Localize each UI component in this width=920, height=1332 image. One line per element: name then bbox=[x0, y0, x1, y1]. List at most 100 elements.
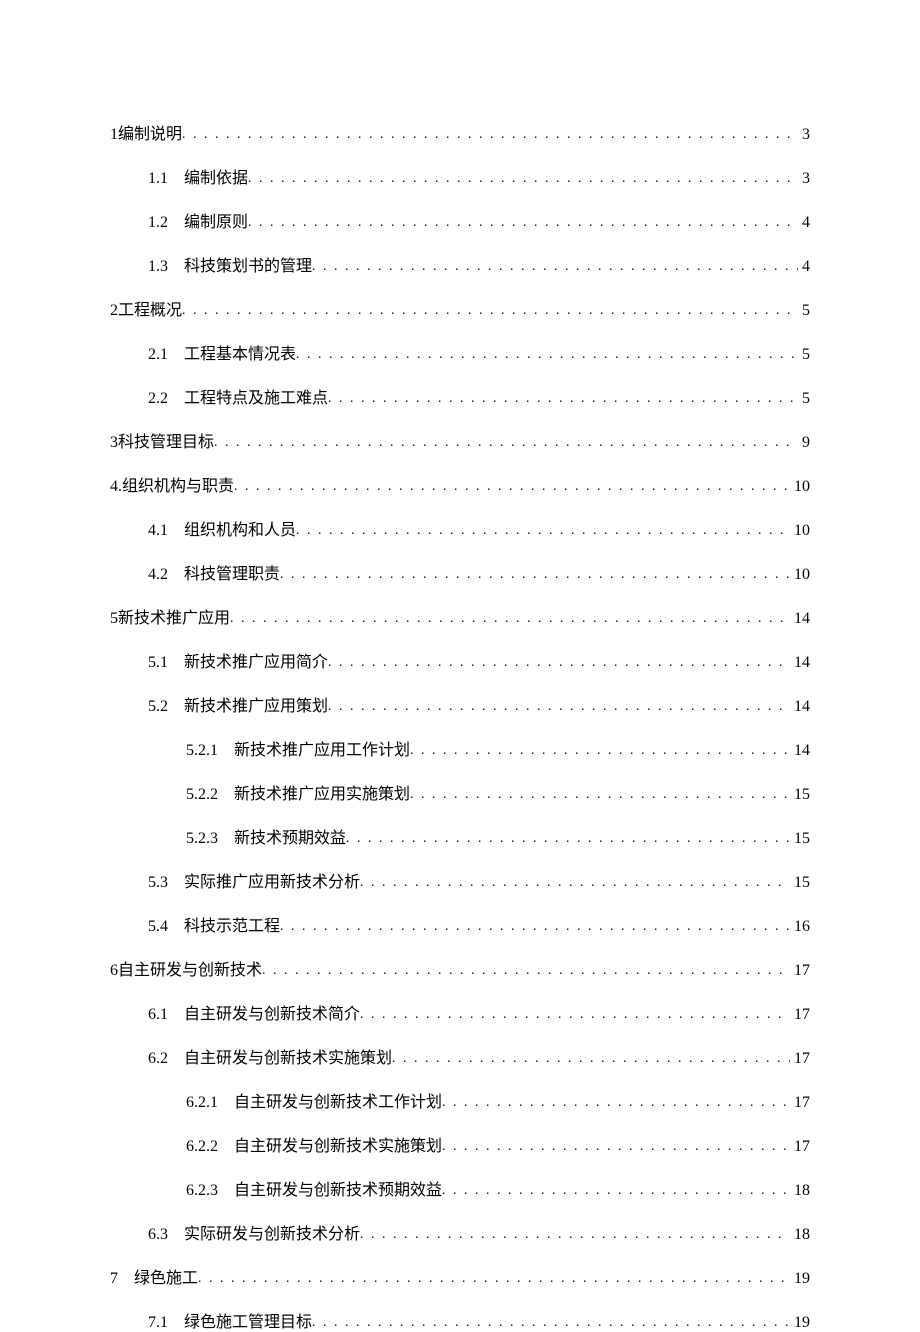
toc-entry-gap bbox=[218, 824, 234, 848]
toc-entry-title: 新技术推广应用实施策划 bbox=[234, 780, 410, 804]
toc-entry-number: 1.1 bbox=[148, 170, 168, 188]
toc-entry: 5.2.1 新技术推广应用工作计划 14 bbox=[110, 736, 810, 760]
toc-entry-number: 7.1 bbox=[148, 1314, 168, 1332]
toc-entry-title: 自主研发与创新技术简介 bbox=[184, 1000, 360, 1024]
toc-leader-dots bbox=[360, 875, 790, 891]
toc-entry: 1.1 编制依据3 bbox=[110, 164, 810, 188]
toc-entry-page: 18 bbox=[790, 1182, 810, 1200]
toc-entry-page: 17 bbox=[790, 1094, 810, 1112]
toc-entry-gap bbox=[168, 252, 184, 276]
toc-entry-page: 3 bbox=[798, 126, 810, 144]
toc-entry-page: 4 bbox=[798, 214, 810, 232]
toc-entry-number: 4. bbox=[110, 478, 122, 496]
toc-leader-dots bbox=[410, 743, 790, 759]
toc-entry-title: 科技示范工程 bbox=[184, 912, 280, 936]
toc-entry-gap bbox=[168, 912, 184, 936]
toc-entry: 4.2 科技管理职责10 bbox=[110, 560, 810, 584]
toc-entry: 6.3 实际研发与创新技术分析18 bbox=[110, 1220, 810, 1244]
toc-entry-gap bbox=[168, 1308, 184, 1332]
toc-entry-gap bbox=[168, 208, 184, 232]
toc-entry: 5.4 科技示范工程16 bbox=[110, 912, 810, 936]
toc-entry: 1 编制说明3 bbox=[110, 120, 810, 144]
toc-entry-title: 新技术推广应用 bbox=[118, 604, 230, 628]
toc-entry-page: 10 bbox=[790, 522, 810, 540]
toc-entry-page: 14 bbox=[790, 610, 810, 628]
toc-entry-page: 14 bbox=[790, 742, 810, 760]
toc-leader-dots bbox=[328, 391, 798, 407]
toc-leader-dots bbox=[410, 787, 790, 803]
toc-entry: 6.2.2 自主研发与创新技术实施策划17 bbox=[110, 1132, 810, 1156]
toc-entry-title: 绿色施工 bbox=[134, 1264, 198, 1288]
toc-entry-number: 6.2.2 bbox=[186, 1138, 218, 1156]
toc-leader-dots bbox=[234, 479, 790, 495]
toc-entry-page: 4 bbox=[798, 258, 810, 276]
toc-leader-dots bbox=[198, 1271, 790, 1287]
toc-entry-number: 1.3 bbox=[148, 258, 168, 276]
toc-entry: 6.2.1 自主研发与创新技术工作计划 17 bbox=[110, 1088, 810, 1112]
toc-entry-number: 5.1 bbox=[148, 654, 168, 672]
toc-entry-title: 新技术预期效益 bbox=[234, 824, 346, 848]
toc-entry-page: 19 bbox=[790, 1314, 810, 1332]
toc-entry-title: 新技术推广应用策划 bbox=[184, 692, 328, 716]
toc-entry-gap bbox=[168, 164, 184, 188]
toc-entry-page: 3 bbox=[798, 170, 810, 188]
toc-entry-gap bbox=[168, 560, 184, 584]
toc-entry-number: 3 bbox=[110, 434, 118, 452]
toc-entry-title: 工程基本情况表 bbox=[184, 340, 296, 364]
toc-entry-gap bbox=[218, 1176, 234, 1200]
toc-entry-number: 5.2.1 bbox=[186, 742, 218, 760]
toc-entry: 6.2 自主研发与创新技术实施策划17 bbox=[110, 1044, 810, 1068]
toc-leader-dots bbox=[248, 215, 798, 231]
toc-entry-title: 工程概况 bbox=[118, 296, 182, 320]
toc-entry-number: 6.1 bbox=[148, 1006, 168, 1024]
toc-entry-title: 科技管理目标 bbox=[118, 428, 214, 452]
toc-entry-number: 4.2 bbox=[148, 566, 168, 584]
toc-leader-dots bbox=[360, 1007, 790, 1023]
toc-entry: 2.1 工程基本情况表5 bbox=[110, 340, 810, 364]
toc-entry-gap bbox=[168, 1044, 184, 1068]
toc-leader-dots bbox=[312, 259, 798, 275]
toc-entry-number: 1.2 bbox=[148, 214, 168, 232]
toc-entry-number: 5.2 bbox=[148, 698, 168, 716]
toc-entry-page: 15 bbox=[790, 874, 810, 892]
toc-leader-dots bbox=[392, 1051, 790, 1067]
toc-entry-gap bbox=[168, 1000, 184, 1024]
toc-entry-number: 5.2.2 bbox=[186, 786, 218, 804]
toc-leader-dots bbox=[328, 699, 790, 715]
toc-entry-gap bbox=[218, 1132, 234, 1156]
toc-entry: 4.1 组织机构和人员 10 bbox=[110, 516, 810, 540]
toc-leader-dots bbox=[214, 435, 798, 451]
toc-entry-page: 10 bbox=[790, 478, 810, 496]
toc-entry: 6 自主研发与创新技术17 bbox=[110, 956, 810, 980]
toc-entry-gap bbox=[218, 736, 234, 760]
toc-entry-title: 新技术推广应用工作计划 bbox=[234, 736, 410, 760]
toc-entry-page: 14 bbox=[790, 654, 810, 672]
toc-entry-page: 17 bbox=[790, 1138, 810, 1156]
toc-entry-gap bbox=[168, 648, 184, 672]
toc-entry-title: 组织机构和人员 bbox=[184, 516, 296, 540]
toc-entry-title: 实际研发与创新技术分析 bbox=[184, 1220, 360, 1244]
toc-entry-page: 15 bbox=[790, 830, 810, 848]
toc-entry: 5.2.2 新技术推广应用实施策划15 bbox=[110, 780, 810, 804]
table-of-contents: 1 编制说明31.1 编制依据31.2 编制原则41.3 科技策划书的管理42 … bbox=[110, 120, 810, 1332]
toc-leader-dots bbox=[280, 919, 790, 935]
toc-entry: 1.2 编制原则4 bbox=[110, 208, 810, 232]
toc-leader-dots bbox=[312, 1315, 790, 1331]
toc-entry: 7.1 绿色施工管理目标19 bbox=[110, 1308, 810, 1332]
toc-entry-page: 18 bbox=[790, 1226, 810, 1244]
toc-entry-page: 14 bbox=[790, 698, 810, 716]
toc-entry-title: 自主研发与创新技术工作计划 bbox=[234, 1088, 442, 1112]
toc-entry-number: 4.1 bbox=[148, 522, 168, 540]
toc-leader-dots bbox=[328, 655, 790, 671]
toc-leader-dots bbox=[296, 347, 798, 363]
toc-entry-number: 5.4 bbox=[148, 918, 168, 936]
toc-leader-dots bbox=[182, 303, 798, 319]
toc-entry: 5.2.3 新技术预期效益15 bbox=[110, 824, 810, 848]
toc-entry: 2 工程概况5 bbox=[110, 296, 810, 320]
toc-entry-page: 19 bbox=[790, 1270, 810, 1288]
toc-entry-page: 9 bbox=[798, 434, 810, 452]
toc-entry: 5.1 新技术推广应用简介14 bbox=[110, 648, 810, 672]
toc-leader-dots bbox=[248, 171, 798, 187]
toc-entry-gap bbox=[168, 692, 184, 716]
toc-entry-number: 6.2.1 bbox=[186, 1094, 218, 1112]
